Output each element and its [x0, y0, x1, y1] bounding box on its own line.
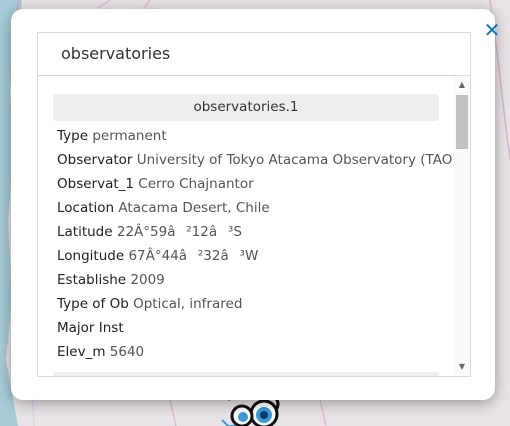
popup-content[interactable]: observatories.1 Type permanent Observato… — [38, 76, 470, 376]
next-feature-header — [53, 372, 439, 376]
scroll-up-arrow-icon[interactable]: ▲ — [454, 78, 470, 92]
popup-panel: observatories observatories.1 Type perma… — [37, 32, 471, 377]
attribute-row: Elev_m 5640 — [57, 340, 447, 364]
attribute-row: Type permanent — [57, 124, 447, 148]
attribute-row: Longitude 67Â°44â²32â³W — [57, 244, 447, 268]
attribute-value: Optical, infrared — [133, 296, 243, 312]
attribute-value: 67Â°44â²32â³W — [128, 248, 259, 264]
attribute-value: Atacama Desert, Chile — [118, 200, 270, 216]
attribute-row: Latitude 22Â°59â²12â³S — [57, 220, 447, 244]
scroll-down-arrow-icon[interactable]: ▼ — [454, 360, 470, 374]
attribute-key: Establishe — [57, 272, 127, 288]
attribute-row: Observator University of Tokyo Atacama O… — [57, 148, 458, 172]
layer-title: observatories — [38, 33, 470, 76]
attribute-key: Latitude — [57, 224, 113, 240]
attribute-row: Major Inst — [57, 316, 447, 340]
attribute-row: Location Atacama Desert, Chile — [57, 196, 447, 220]
close-button[interactable]: ✕ — [481, 19, 503, 41]
vertical-scrollbar[interactable]: ▲ ▼ — [454, 76, 470, 376]
attribute-value: 2009 — [130, 272, 165, 288]
attribute-value: 22Â°59â²12â³S — [116, 224, 242, 240]
attribute-key: Type — [57, 128, 89, 144]
attribute-key: Longitude — [57, 248, 125, 264]
attribute-value: Cerro Chajnantor — [138, 176, 254, 192]
attribute-list: Type permanent Observator University of … — [57, 124, 458, 364]
attribute-value: permanent — [92, 128, 167, 144]
attribute-value: 5640 — [109, 344, 145, 360]
attribute-key: Major Inst — [57, 320, 124, 336]
attribute-value: University of Tokyo Atacama Observatory … — [136, 152, 458, 168]
close-icon: ✕ — [483, 18, 501, 42]
attribute-key: Location — [57, 200, 115, 216]
attribute-row: Establishe 2009 — [57, 268, 447, 292]
scroll-thumb[interactable] — [456, 95, 468, 149]
feature-title: observatories.1 — [53, 94, 439, 121]
feature-popup: ✕ observatories observatories.1 Type per… — [11, 9, 500, 400]
attribute-row: Type of Ob Optical, infrared — [57, 292, 447, 316]
attribute-key: Type of Ob — [57, 296, 129, 312]
attribute-key: Observator — [57, 152, 133, 168]
attribute-key: Observat_1 — [57, 176, 134, 192]
attribute-key: Elev_m — [57, 344, 106, 360]
attribute-row: Observat_1 Cerro Chajnantor — [57, 172, 447, 196]
